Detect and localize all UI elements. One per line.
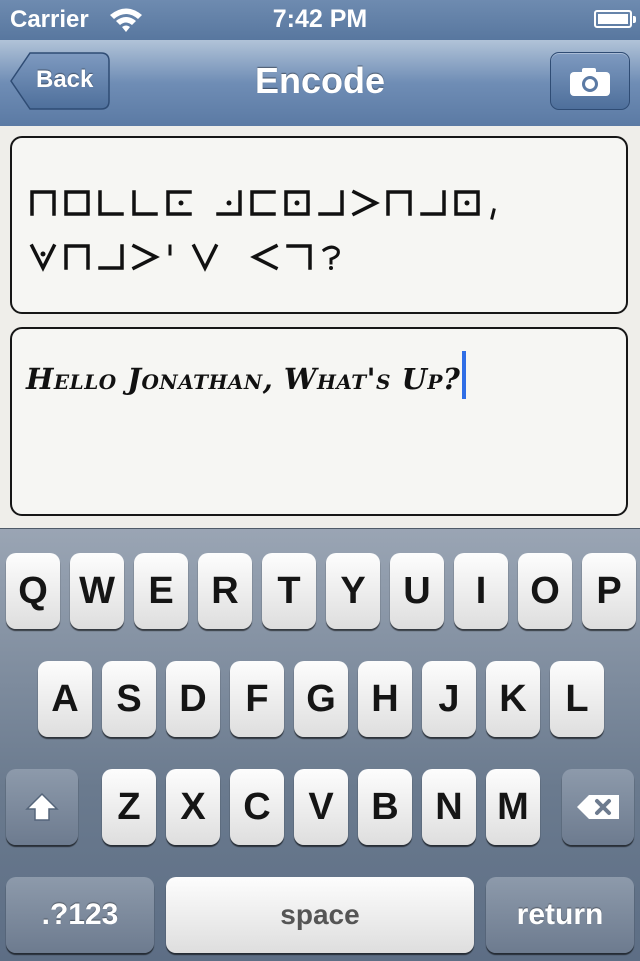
key-n[interactable]: N	[422, 769, 476, 845]
status-bar: Carrier 7:42 PM	[0, 0, 640, 40]
key-z[interactable]: Z	[102, 769, 156, 845]
plaintext-value: Hello Jonathan, What's Up?	[26, 362, 461, 396]
key-e[interactable]: E	[134, 553, 188, 629]
delete-key[interactable]	[562, 769, 634, 845]
key-o[interactable]: O	[518, 553, 572, 629]
key-k[interactable]: K	[486, 661, 540, 737]
key-c[interactable]: C	[230, 769, 284, 845]
key-m[interactable]: M	[486, 769, 540, 845]
return-key[interactable]: return	[486, 877, 634, 953]
key-p[interactable]: P	[582, 553, 636, 629]
key-r[interactable]: R	[198, 553, 252, 629]
plaintext-input-panel[interactable]: Hello Jonathan, What's Up?	[10, 327, 628, 516]
navigation-bar: Back Encode	[0, 40, 640, 127]
key-s[interactable]: S	[102, 661, 156, 737]
key-a[interactable]: A	[38, 661, 92, 737]
keyboard: Q W E R T Y U I O P A S D F G H J K L Z …	[0, 528, 640, 961]
key-w[interactable]: W	[70, 553, 124, 629]
key-v[interactable]: V	[294, 769, 348, 845]
key-q[interactable]: Q	[6, 553, 60, 629]
space-key[interactable]: space	[166, 877, 474, 953]
camera-icon	[570, 68, 610, 96]
plaintext-input[interactable]: Hello Jonathan, What's Up?	[26, 351, 467, 399]
key-i[interactable]: I	[454, 553, 508, 629]
key-g[interactable]: G	[294, 661, 348, 737]
status-time: 7:42 PM	[272, 5, 368, 33]
battery-icon	[594, 10, 636, 28]
key-b[interactable]: B	[358, 769, 412, 845]
pigpen-cipher-output	[29, 189, 496, 272]
key-x[interactable]: X	[166, 769, 220, 845]
shift-arrow-icon	[25, 792, 59, 821]
key-t[interactable]: T	[262, 553, 316, 629]
page-title: Encode	[254, 60, 386, 101]
key-j[interactable]: J	[422, 661, 476, 737]
key-d[interactable]: D	[166, 661, 220, 737]
shift-key[interactable]	[6, 769, 78, 845]
key-l[interactable]: L	[550, 661, 604, 737]
cipher-output-panel	[10, 136, 628, 314]
key-y[interactable]: Y	[326, 553, 380, 629]
content-area: Hello Jonathan, What's Up?	[0, 126, 640, 528]
camera-button[interactable]	[550, 52, 630, 110]
backspace-icon	[577, 795, 619, 819]
text-caret	[462, 351, 467, 399]
key-f[interactable]: F	[230, 661, 284, 737]
key-u[interactable]: U	[390, 553, 444, 629]
numbers-key[interactable]: .?123	[6, 877, 154, 953]
key-h[interactable]: H	[358, 661, 412, 737]
